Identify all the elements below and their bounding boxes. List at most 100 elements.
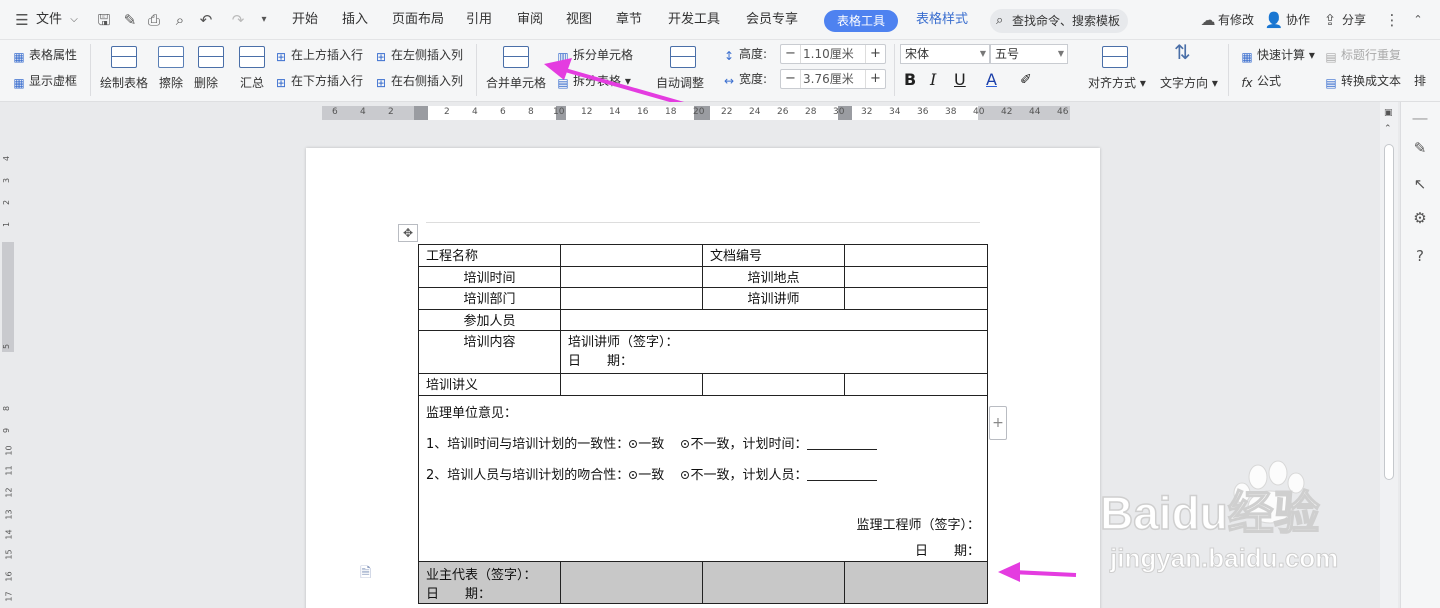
help-icon[interactable]: ?	[1410, 246, 1430, 266]
print-preview-icon[interactable]: ⌕	[170, 10, 190, 30]
insert-left-button[interactable]: ⊞ 在左侧插入列	[374, 47, 463, 64]
collab-button[interactable]: 协作	[1286, 8, 1310, 32]
table-cell[interactable]: 文档编号	[702, 244, 845, 267]
plan-time-blank[interactable]	[807, 438, 878, 450]
table-cell[interactable]: 培训讲师	[702, 287, 845, 310]
underline-icon[interactable]: U	[954, 70, 966, 90]
formula-button[interactable]: fx 公式	[1240, 73, 1281, 90]
ruler-indent-marker[interactable]	[414, 106, 428, 120]
width-stepper[interactable]: − 3.76厘米 +	[780, 69, 886, 89]
table-cell[interactable]	[560, 561, 703, 604]
edit-pen-icon[interactable]: ✎	[1410, 138, 1430, 158]
hamburger-icon[interactable]: ☰	[12, 10, 32, 30]
height-increase-button[interactable]: +	[865, 45, 885, 63]
tab-member[interactable]: 会员专享	[746, 8, 798, 32]
tab-view[interactable]: 视图	[566, 8, 592, 32]
font-color-icon[interactable]: A	[986, 70, 997, 90]
table-cell[interactable]: 业主代表（签字）： 日 期：	[418, 561, 561, 604]
table-cell[interactable]: 培训部门	[418, 287, 561, 310]
radio-button-icon[interactable]	[681, 440, 690, 448]
tab-developer[interactable]: 开发工具	[668, 8, 720, 32]
redo-icon[interactable]: ↷	[228, 10, 248, 30]
table-cell[interactable]: 培训时间	[418, 266, 561, 288]
sort-button[interactable]: 排	[1414, 73, 1426, 89]
panel-collapse-icon[interactable]: ―	[1410, 108, 1430, 128]
bold-icon[interactable]: B	[904, 70, 916, 90]
chevron-down-icon[interactable]: ⌵	[64, 10, 84, 30]
delete-button[interactable]: 删除	[194, 74, 218, 91]
table-move-icon[interactable]: ✥	[398, 224, 418, 242]
scrollbar-thumb[interactable]	[1384, 144, 1394, 480]
table-cell[interactable]	[560, 244, 703, 267]
summary-button[interactable]: 汇总	[240, 74, 264, 91]
height-decrease-button[interactable]: −	[781, 45, 801, 63]
table-cell[interactable]: 培训地点	[702, 266, 845, 288]
insert-right-button[interactable]: ⊞ 在右侧插入列	[374, 73, 463, 90]
height-stepper[interactable]: − 1.10厘米 +	[780, 44, 886, 64]
table-cell[interactable]	[844, 244, 988, 267]
undo-icon[interactable]: ↶	[196, 10, 216, 30]
draw-table-button[interactable]: 绘制表格	[100, 74, 148, 91]
vertical-ruler[interactable]: 4 3 2 1 5 8 9 10 11 12 13 14 15 16 17	[0, 122, 18, 608]
table-cell[interactable]	[844, 287, 988, 310]
tab-references[interactable]: 引用	[466, 8, 492, 32]
tab-review[interactable]: 审阅	[517, 8, 543, 32]
add-column-button[interactable]: +	[989, 406, 1007, 440]
save-icon[interactable]: 🖫	[94, 10, 114, 30]
table-cell[interactable]	[702, 561, 845, 604]
align-icon[interactable]	[1102, 46, 1128, 68]
horizontal-ruler[interactable]: 6 4 2 2 4 6 8 10 12 14 16 18 20 22 24 26…	[0, 102, 1380, 122]
paragraph-options-icon[interactable]: 🗎	[360, 562, 371, 586]
customize-icon[interactable]: ▾	[254, 10, 274, 30]
insert-below-button[interactable]: ⊞ 在下方插入行	[274, 73, 363, 90]
file-menu[interactable]: 文件	[36, 8, 62, 32]
radio-button-icon[interactable]	[681, 471, 690, 479]
scroll-collapse-icon[interactable]: ⌃	[1384, 124, 1392, 134]
merge-cells-icon[interactable]	[503, 46, 529, 68]
select-cursor-icon[interactable]: ↖	[1410, 174, 1430, 194]
delete-icon[interactable]	[198, 46, 224, 68]
font-name-select[interactable]: 宋体 ▼	[900, 44, 990, 64]
height-value[interactable]: 1.10厘米	[803, 46, 867, 62]
collapse-ribbon-icon[interactable]: ⌃	[1408, 10, 1428, 30]
insert-above-button[interactable]: ⊞ 在上方插入行	[274, 47, 363, 64]
table-cell[interactable]: 参加人员	[418, 309, 561, 331]
header-repeat-button[interactable]: ▤ 标题行重复	[1324, 47, 1401, 64]
quick-calc-button[interactable]: ▦ 快速计算 ▾	[1240, 47, 1315, 64]
table-cell[interactable]: 工程名称	[418, 244, 561, 267]
table-cell[interactable]	[560, 373, 703, 396]
tab-table-tools[interactable]: 表格工具	[824, 10, 898, 32]
print-icon[interactable]: ⎙	[144, 10, 164, 30]
table-cell[interactable]	[560, 309, 988, 331]
radio-button-icon[interactable]	[629, 440, 638, 448]
tab-start[interactable]: 开始	[292, 8, 318, 32]
table-cell[interactable]	[844, 561, 988, 604]
table-cell[interactable]: 培训讲师（签字）： 日 期：	[560, 330, 988, 374]
width-decrease-button[interactable]: −	[781, 70, 801, 88]
search-box[interactable]: ⌕ 查找命令、搜索模板	[990, 9, 1128, 33]
format-painter-icon[interactable]: ✎	[120, 10, 140, 30]
has-changes-button[interactable]: 有修改	[1218, 8, 1254, 32]
table-cell[interactable]	[560, 266, 703, 288]
table-cell[interactable]	[844, 266, 988, 288]
align-button[interactable]: 对齐方式 ▾	[1088, 74, 1146, 91]
text-direction-icon[interactable]: ⇅	[1174, 42, 1191, 62]
settings-sliders-icon[interactable]: ⚙	[1410, 208, 1430, 228]
erase-button[interactable]: 擦除	[159, 74, 183, 91]
tab-page-layout[interactable]: 页面布局	[392, 8, 444, 32]
table-cell[interactable]: 培训讲义	[418, 373, 561, 396]
plan-people-blank[interactable]	[807, 469, 878, 481]
training-record-table[interactable]: 工程名称 文档编号 培训时间 培训地点 培训部门 培训讲师 参加人员 培训内容 …	[418, 244, 988, 604]
font-size-select[interactable]: 五号 ▼	[990, 44, 1068, 64]
table-cell[interactable]	[844, 373, 988, 396]
table-cell[interactable]: 监理单位意见： 1、培训时间与培训计划的一致性： 一致 不一致，计划时间： 2、培…	[418, 395, 988, 562]
table-cell[interactable]: 培训内容	[418, 330, 561, 374]
width-value[interactable]: 3.76厘米	[803, 71, 867, 87]
tab-chapter[interactable]: 章节	[616, 8, 642, 32]
tab-table-style[interactable]: 表格样式	[916, 8, 968, 32]
table-cell[interactable]	[560, 287, 703, 310]
share-button[interactable]: 分享	[1342, 8, 1366, 32]
highlight-icon[interactable]: ✐	[1020, 70, 1032, 90]
radio-button-icon[interactable]	[629, 471, 638, 479]
table-cell[interactable]	[702, 373, 845, 396]
